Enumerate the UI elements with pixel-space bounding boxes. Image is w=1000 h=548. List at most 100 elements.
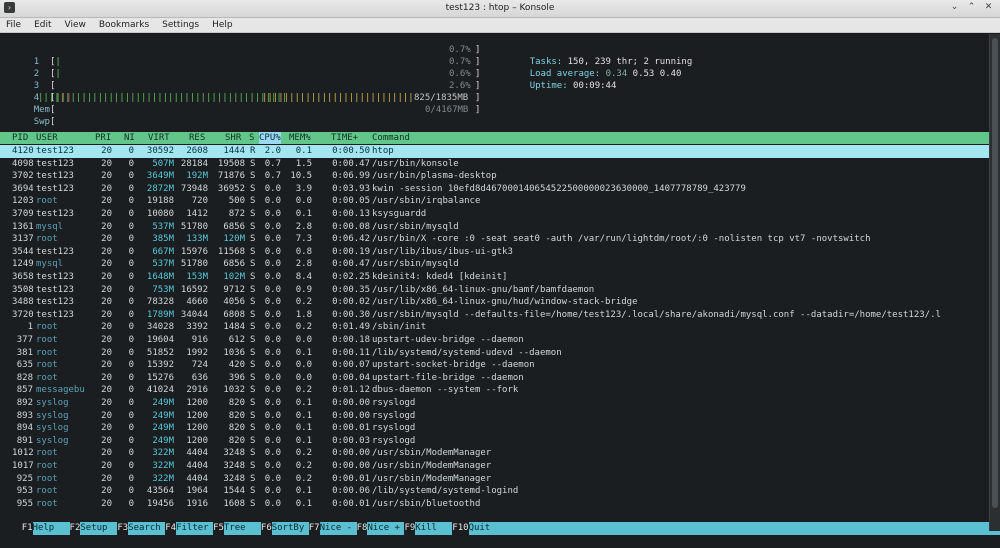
close-icon[interactable]: ✕ [983,2,994,13]
col-user[interactable]: USER [36,132,58,144]
cell-res: 1200 [186,423,208,434]
table-row[interactable]: 377 root 20 0 19604 916 612 S 0.0 0.0 0:00.18 upsta… [0,334,989,347]
table-row[interactable]: 891 syslog 20 0 249M 1200 820 S 0.0 0.1 0:00.03 rsy… [0,435,989,448]
cell-s: S [250,158,256,169]
cell-pid: 1012 [12,448,33,459]
filter-button[interactable]: Filter [176,522,214,535]
cell-user: test123 [36,158,74,169]
cell-ni: 0 [128,335,134,345]
cell-ni: 0 [128,347,134,358]
col-command[interactable]: Command [372,132,410,144]
table-row[interactable]: 3709 test123 20 0 10080 1412 872 S 0.0 0.1 0:00.13… [0,208,989,221]
cell-s: S [250,284,256,295]
table-row[interactable]: 3658 test123 20 0 1648M 153M 102M S 0.0 8.4 0:02.2… [0,271,989,284]
tree-button[interactable]: Tree [223,522,261,535]
col-ni[interactable]: NI [124,132,135,144]
cell-cmd: /usr/sbin/ModemManager [372,473,492,484]
cell-shr: 1444 [223,146,245,156]
col-res[interactable]: RES [189,132,205,144]
col-virt[interactable]: VIRT [148,132,170,144]
table-row[interactable]: 1017 root 20 0 322M 4404 3248 S 0.0 0.2 0:00.00/us… [0,460,989,473]
table-row[interactable]: 894 syslog 20 0 249M 1200 820 S 0.0 0.1 0:00.01 rsy… [0,422,989,435]
menubar: File Edit View Bookmarks Settings Help [0,18,1000,33]
cell-ni: 0 [128,360,134,371]
table-row[interactable]: 3720 test123 20 0 1789M 34044 6808 S 0.0 1.8 0:00.… [0,309,989,322]
cell-res: 724 [191,360,208,371]
table-row[interactable]: 1203 root 20 0 19188 720 500 S 0.0 0.0 0:00.05/usr… [0,195,989,208]
table-row[interactable]: 893 syslog 20 0 249M 1200 820 S 0.0 0.1 0:00.00 rsy… [0,410,989,423]
table-row[interactable]: 3488 test123 20 0 78328 4660 4056 S 0.0 0.2 0:00.0… [0,296,989,309]
menu-settings[interactable]: Settings [162,20,199,30]
cell-s: S [250,473,256,484]
table-row[interactable]: 892 syslog 20 0 249M 1200 820 S 0.0 0.1 0:00.00 rsy… [0,397,989,410]
table-row[interactable]: 1361 mysql 20 0 537M 51780 6856 S 0.0 2.8 0:00.08/… [0,221,989,234]
menu-help[interactable]: Help [212,20,233,30]
cell-pri: 20 [101,461,112,471]
table-row[interactable]: 3544 test123 20 0 667M 15976 11568 S 0.0 0.8 0:00.… [0,246,989,259]
menu-bookmarks[interactable]: Bookmarks [99,20,149,30]
col-cpu[interactable]: CPU% [259,132,281,144]
cell-pri: 20 [101,246,112,257]
nice-plus-button[interactable]: Nice + [367,522,405,535]
cell-res: 1200 [186,398,208,408]
cell-user: test123 [36,171,74,182]
table-row-selected[interactable]: 4120 test123 20 0 30592 2608 1444 R 2.0 0.1 0:00.5… [0,145,989,158]
terminal-area[interactable]: 1 [| 0.7% ] 2 [| 0.7% ] 3 [ 0.6% ] 4 [||… [0,34,1000,535]
quit-button[interactable]: Quit [468,522,1000,535]
menu-file[interactable]: File [6,20,21,30]
col-pid[interactable]: PID [12,132,28,144]
table-row[interactable]: 3508 test123 20 0 753M 16592 9712 S 0.0 0.9 0:00.3… [0,284,989,297]
cell-virt: 15392 [146,360,174,371]
help-button[interactable]: Help [32,522,70,535]
cell-mem: 0.2 [295,322,312,333]
table-row[interactable]: 857 messagebu 20 0 41024 2916 1032 S 0.0 0.2 0:01.… [0,384,989,397]
cell-cmd: ksysguardd [372,209,427,219]
table-row[interactable]: 1012 root 20 0 322M 4404 3248 S 0.0 0.2 0:00.00/us… [0,447,989,460]
cell-virt: 249M [152,398,174,408]
table-row[interactable]: 635 root 20 0 15392 724 420 S 0.0 0.0 0:00.07 upsta… [0,359,989,372]
cpu-pct-1: 0.7% [449,45,471,55]
table-row[interactable]: 828 root 20 0 15276 636 396 S 0.0 0.0 0:00.04 upsta… [0,372,989,385]
cell-pid: 3702 [12,171,33,182]
maximize-icon[interactable]: ⌃ [966,2,977,13]
cell-pid: 3488 [12,297,33,308]
table-row[interactable]: 4098 test123 20 0 507M 28184 19508 S 0.7 1.5 0:00.… [0,158,989,171]
cell-user: test123 [36,272,74,282]
cell-pri: 20 [101,158,112,169]
col-s[interactable]: S [249,132,254,144]
search-button[interactable]: Search [128,522,166,535]
cell-mem: 0.9 [295,284,312,295]
menu-view[interactable]: View [65,20,86,30]
terminal-scrollbar[interactable] [989,34,1000,531]
table-row[interactable]: 3137 root 20 0 385M 133M 120M S 0.0 7.3 0:06.42/us… [0,233,989,246]
f10-key: F10 [452,523,469,533]
cell-pid: 828 [16,372,33,383]
table-row[interactable]: 1249 mysql 20 0 537M 51780 6856 S 0.0 2.8 0:00.47/… [0,258,989,271]
kill-button[interactable]: Kill [415,522,453,535]
cell-virt: 1648M [146,272,174,282]
f3-key: F3 [117,523,129,533]
table-row[interactable]: 925 root 20 0 322M 4404 3248 S 0.0 0.2 0:00.01/usr… [0,473,989,486]
setup-button[interactable]: Setup [80,522,118,535]
table-row[interactable]: 3694 test123 20 0 2872M 73948 36952 S 0.0 3.9 0:03… [0,183,989,196]
cell-cmd: upstart-socket-bridge --daemon [372,360,535,371]
table-row[interactable]: 953 root 20 0 43564 1964 1544 S 0.0 0.1 0:00.06/li… [0,485,989,498]
table-row[interactable]: 1 root 20 0 34028 3392 1484 S 0.0 0.2 0:01.49/sbin… [0,321,989,334]
scrollbar-thumb[interactable] [992,38,998,508]
cell-res: 4660 [186,297,208,308]
menu-edit[interactable]: Edit [34,20,51,30]
minimize-icon[interactable]: ⌄ [949,2,960,13]
cell-cmd: /lib/systemd/systemd-logind [372,486,519,497]
col-time[interactable]: TIME+ [331,132,358,144]
col-mem[interactable]: MEM% [289,132,311,144]
sortby-button[interactable]: SortBy [271,522,309,535]
nice-minus-button[interactable]: Nice - [319,522,357,535]
table-row[interactable]: 381 root 20 0 51852 1992 1036 S 0.0 0.1 0:00.11/li… [0,347,989,360]
col-pri[interactable]: PRI [95,132,111,144]
col-shr[interactable]: SHR [225,132,241,144]
cell-user: mysql [36,221,64,232]
table-row[interactable]: 3702 test123 20 0 3649M 192M 71876 S 0.7 10.5 0:06… [0,170,989,183]
mem-used-bar: ||||||||||||||||||||||||||||||||||||||||… [38,93,288,103]
swap-value: 0/4167MB [425,105,469,115]
cell-user: syslog [36,398,69,408]
